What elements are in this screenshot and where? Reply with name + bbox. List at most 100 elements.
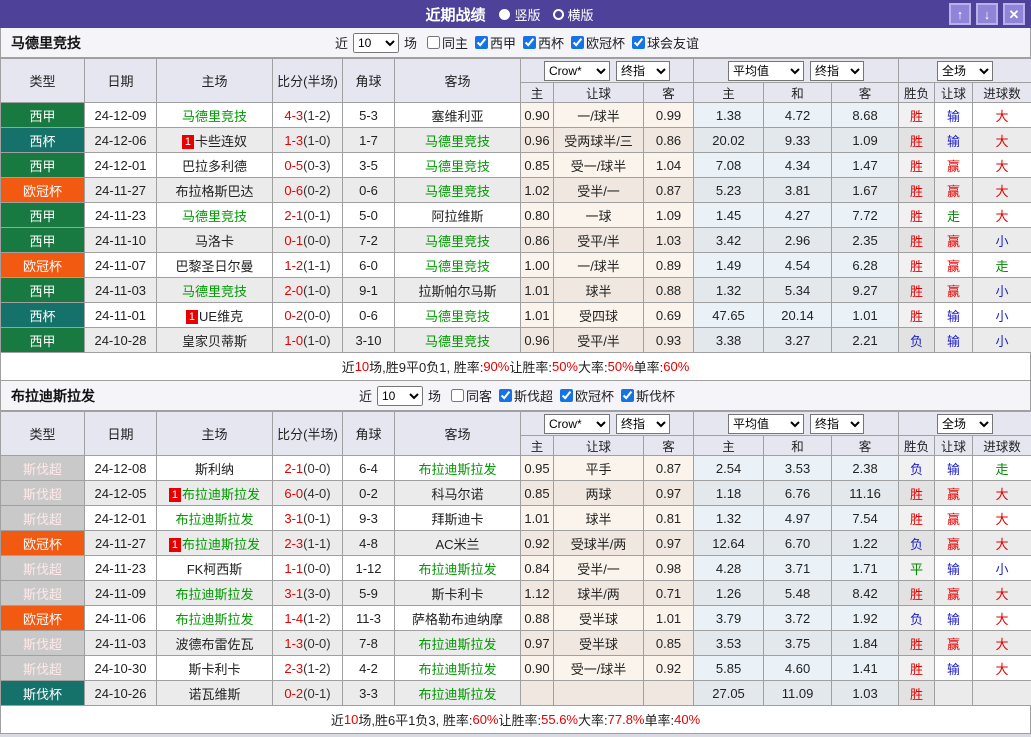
- filter-checkbox[interactable]: [499, 389, 512, 402]
- avg-draw-odds: 4.60: [764, 656, 832, 681]
- filter-同客[interactable]: 同客: [451, 386, 492, 405]
- corner-score: 9-3: [343, 506, 395, 531]
- halftime-score: (0-1): [303, 686, 330, 701]
- filter-球会友谊[interactable]: 球会友谊: [632, 33, 699, 52]
- summary-segment: 50%: [552, 359, 578, 374]
- halftime-score: (1-2): [303, 661, 330, 676]
- subcol-handicap-result: 让球: [935, 436, 973, 456]
- filter-欧冠杯[interactable]: 欧冠杯: [560, 386, 614, 405]
- result-winloss: 胜: [899, 228, 935, 253]
- team-label: 布拉迪斯拉发: [418, 662, 496, 677]
- bookmaker-select[interactable]: Crow*: [544, 414, 610, 434]
- col-type: 类型: [1, 412, 85, 456]
- halftime-score: (0-0): [303, 461, 330, 476]
- subcol-handicap-result: 让球: [935, 83, 973, 103]
- avg-draw-odds: 3.75: [764, 631, 832, 656]
- avg-home-odds: 27.05: [694, 681, 764, 706]
- league-badge: 西杯: [1, 303, 85, 328]
- average-select[interactable]: 平均值: [728, 414, 804, 434]
- red-card-badge: 1: [169, 488, 181, 502]
- filter-checkbox[interactable]: [475, 36, 488, 49]
- filter-checkbox[interactable]: [451, 389, 464, 402]
- away-team: 马德里竞技: [395, 253, 521, 278]
- avg-draw-odds: 3.81: [764, 178, 832, 203]
- bookmaker-select[interactable]: Crow*: [544, 61, 610, 81]
- filter-斯伐超[interactable]: 斯伐超: [499, 386, 553, 405]
- result-handicap: 输: [935, 456, 973, 481]
- match-date: 24-11-23: [85, 556, 157, 581]
- filter-checkbox[interactable]: [523, 36, 536, 49]
- team-label: 马德里竞技: [425, 134, 490, 149]
- away-team: 马德里竞技: [395, 328, 521, 353]
- fulltime-score: 3-1: [284, 586, 303, 601]
- scope-select[interactable]: 全场: [937, 61, 993, 81]
- score: 0-2(0-1): [273, 681, 343, 706]
- team-label: 马德里竞技: [425, 309, 490, 324]
- radio-horizontal-layout[interactable]: 横版: [553, 5, 594, 24]
- odds-time-select[interactable]: 终指: [616, 414, 670, 434]
- result-handicap: 赢: [935, 278, 973, 303]
- move-up-button[interactable]: ↑: [949, 3, 971, 25]
- halftime-score: (0-0): [303, 636, 330, 651]
- halftime-score: (1-0): [303, 283, 330, 298]
- away-team: 布拉迪斯拉发: [395, 456, 521, 481]
- result-handicap: 赢: [935, 178, 973, 203]
- filter-checkbox[interactable]: [560, 389, 573, 402]
- team-label: 布拉迪斯拉发: [418, 462, 496, 477]
- avg-time-select[interactable]: 终指: [810, 61, 864, 81]
- match-count-select[interactable]: 10: [353, 33, 399, 53]
- match-date: 24-11-07: [85, 253, 157, 278]
- match-date: 24-11-06: [85, 606, 157, 631]
- radio-vertical-layout[interactable]: 竖版: [499, 5, 540, 24]
- filter-同主[interactable]: 同主: [427, 33, 468, 52]
- average-select[interactable]: 平均值: [728, 61, 804, 81]
- col-away: 客场: [395, 412, 521, 456]
- score: 3-1(3-0): [273, 581, 343, 606]
- red-card-badge: 1: [169, 538, 181, 552]
- filter-西甲[interactable]: 西甲: [475, 33, 516, 52]
- away-team: 布拉迪斯拉发: [395, 656, 521, 681]
- filter-西杯[interactable]: 西杯: [523, 33, 564, 52]
- avg-draw-odds: 4.27: [764, 203, 832, 228]
- subcol-winloss: 胜负: [899, 436, 935, 456]
- league-badge: 斯伐超: [1, 481, 85, 506]
- match-date: 24-11-27: [85, 531, 157, 556]
- filter-斯伐杯[interactable]: 斯伐杯: [621, 386, 675, 405]
- filter-checkbox[interactable]: [632, 36, 645, 49]
- scope-select[interactable]: 全场: [937, 414, 993, 434]
- odds-home: 1.01: [521, 278, 554, 303]
- league-badge: 斯伐超: [1, 631, 85, 656]
- result-handicap: 赢: [935, 153, 973, 178]
- avg-home-odds: 20.02: [694, 128, 764, 153]
- match-row: 欧冠杯24-11-06布拉迪斯拉发1-4(1-2)11-3萨格勒布迪纳摩0.88…: [1, 606, 1031, 631]
- team-label: 波德布雷佐瓦: [175, 637, 253, 652]
- move-down-button[interactable]: ↓: [976, 3, 998, 25]
- corner-score: 11-3: [343, 606, 395, 631]
- filter-checkbox[interactable]: [621, 389, 634, 402]
- team-label: 布拉迪斯拉发: [418, 562, 496, 577]
- corner-score: 3-5: [343, 153, 395, 178]
- filter-checkbox[interactable]: [571, 36, 584, 49]
- avg-draw-odds: 4.97: [764, 506, 832, 531]
- corner-score: 4-8: [343, 531, 395, 556]
- odds-home: [521, 681, 554, 706]
- filter-欧冠杯[interactable]: 欧冠杯: [571, 33, 625, 52]
- avg-time-select[interactable]: 终指: [810, 414, 864, 434]
- fulltime-score: 1-3: [284, 133, 303, 148]
- col-date: 日期: [85, 412, 157, 456]
- close-button[interactable]: ✕: [1003, 3, 1025, 25]
- avg-draw-odds: 6.76: [764, 481, 832, 506]
- filter-checkbox[interactable]: [427, 36, 440, 49]
- summary-line: 近10场,胜6平1负3, 胜率:60% 让胜率:55.6% 大率:77.8% 单…: [0, 706, 1031, 734]
- subcol-goals-result: 进球数: [973, 436, 1031, 456]
- odds-time-select[interactable]: 终指: [616, 61, 670, 81]
- summary-segment: 10: [344, 712, 358, 727]
- match-row: 欧冠杯24-11-07巴黎圣日尔曼1-2(1-1)6-0马德里竞技1.00一/球…: [1, 253, 1031, 278]
- score: 1-4(1-2): [273, 606, 343, 631]
- avg-home-odds: 12.64: [694, 531, 764, 556]
- match-count-select[interactable]: 10: [377, 386, 423, 406]
- section-header: 马德里竞技 近 10 场 同主西甲西杯欧冠杯球会友谊: [0, 28, 1031, 58]
- match-date: 24-11-01: [85, 303, 157, 328]
- result-winloss: 胜: [899, 253, 935, 278]
- team-label: 拜斯迪卡: [431, 512, 483, 527]
